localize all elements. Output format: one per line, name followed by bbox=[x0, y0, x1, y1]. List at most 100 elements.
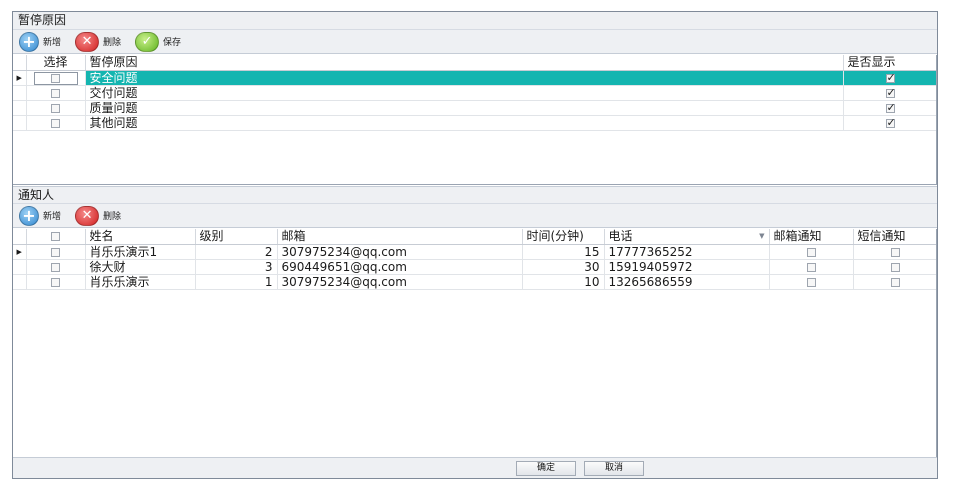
column-header-email[interactable]: 邮箱 bbox=[277, 229, 523, 245]
column-header-name[interactable]: 姓名 bbox=[85, 229, 196, 245]
table-row[interactable]: 质量问题 bbox=[13, 100, 936, 116]
table-row[interactable]: 徐大财 3 690449651@qq.com 30 15919405972 bbox=[13, 259, 936, 275]
confirm-button[interactable]: 确定 bbox=[516, 461, 576, 476]
name-cell[interactable]: 徐大财 bbox=[85, 259, 196, 275]
select-checkbox[interactable] bbox=[51, 262, 60, 272]
column-header-show[interactable]: 是否显示 bbox=[843, 55, 936, 71]
stop-reason-dialog: 暂停原因 + 新增 ✕ 删除 ✓ 保存 选择 暂停原因 是否显示 ▶ 安全问题 … bbox=[12, 11, 938, 479]
pause-add-label: 新增 bbox=[43, 38, 62, 48]
pause-save-label: 保存 bbox=[163, 38, 182, 48]
dialog-footer: 确定 取消 bbox=[13, 457, 937, 478]
phone-cell[interactable]: 17777365252 bbox=[604, 244, 770, 260]
sms-notify-checkbox[interactable] bbox=[890, 247, 900, 257]
email-notify-checkbox[interactable] bbox=[806, 247, 816, 257]
pause-save-button[interactable]: ✓ 保存 bbox=[135, 31, 182, 52]
pause-delete-label: 删除 bbox=[103, 38, 122, 48]
plus-circle-icon: + bbox=[19, 205, 39, 226]
column-header-phone-label: 电话 bbox=[608, 229, 633, 244]
cancel-button[interactable]: 取消 bbox=[584, 461, 644, 476]
select-all-checkbox[interactable] bbox=[51, 232, 60, 242]
reason-cell[interactable]: 交付问题 bbox=[85, 85, 844, 101]
column-header-level[interactable]: 级别 bbox=[195, 229, 278, 245]
email-notify-cell[interactable] bbox=[769, 259, 854, 275]
sms-notify-cell[interactable] bbox=[853, 274, 936, 290]
select-cell[interactable] bbox=[26, 115, 86, 131]
notifier-add-label: 新增 bbox=[43, 212, 62, 222]
notifier-delete-label: 删除 bbox=[103, 212, 122, 222]
select-checkbox[interactable] bbox=[51, 88, 60, 98]
pause-delete-button[interactable]: ✕ 删除 bbox=[75, 31, 122, 52]
select-checkbox[interactable] bbox=[50, 73, 60, 83]
plus-circle-icon: + bbox=[19, 31, 39, 52]
row-indicator-header bbox=[13, 229, 27, 245]
phone-cell[interactable]: 13265686559 bbox=[604, 274, 770, 290]
triangle-right-icon: ▶ bbox=[13, 70, 27, 86]
sms-notify-checkbox[interactable] bbox=[890, 262, 900, 272]
level-cell[interactable]: 3 bbox=[195, 259, 278, 275]
pause-reasons-grid: 选择 暂停原因 是否显示 ▶ 安全问题 交付问题 bbox=[13, 55, 937, 185]
show-checkbox[interactable] bbox=[885, 71, 896, 84]
column-header-select[interactable] bbox=[26, 229, 86, 245]
email-cell[interactable]: 690449651@qq.com bbox=[277, 259, 523, 275]
reason-cell[interactable]: 其他问题 bbox=[85, 115, 844, 131]
select-checkbox[interactable] bbox=[51, 277, 60, 287]
sms-notify-cell[interactable] bbox=[853, 259, 936, 275]
show-cell[interactable] bbox=[843, 70, 936, 86]
column-header-sms-notify[interactable]: 短信通知 bbox=[853, 229, 936, 245]
show-checkbox[interactable] bbox=[885, 86, 896, 99]
name-cell[interactable]: 肖乐乐演示 bbox=[85, 274, 196, 290]
column-header-email-notify[interactable]: 邮箱通知 bbox=[769, 229, 854, 245]
filter-icon[interactable]: ▼ bbox=[759, 229, 764, 243]
time-cell[interactable]: 15 bbox=[522, 244, 605, 260]
name-cell[interactable]: 肖乐乐演示1 bbox=[85, 244, 196, 260]
email-cell[interactable]: 307975234@qq.com bbox=[277, 244, 523, 260]
show-cell[interactable] bbox=[843, 100, 936, 116]
select-cell[interactable] bbox=[26, 244, 86, 260]
notifiers-toolbar: + 新增 ✕ 删除 bbox=[13, 204, 937, 228]
email-notify-cell[interactable] bbox=[769, 274, 854, 290]
select-checkbox[interactable] bbox=[51, 247, 60, 257]
pause-reasons-toolbar: + 新增 ✕ 删除 ✓ 保存 bbox=[13, 30, 937, 54]
table-row[interactable]: ▶ 安全问题 bbox=[13, 70, 936, 86]
column-header-time[interactable]: 时间(分钟) bbox=[522, 229, 605, 245]
time-cell[interactable]: 30 bbox=[522, 259, 605, 275]
sms-notify-cell[interactable] bbox=[853, 244, 936, 260]
email-notify-checkbox[interactable] bbox=[806, 262, 816, 272]
table-row[interactable]: 其他问题 bbox=[13, 115, 936, 131]
column-header-phone[interactable]: 电话 ▼ bbox=[604, 229, 770, 245]
show-checkbox[interactable] bbox=[885, 116, 896, 129]
pause-add-button[interactable]: + 新增 bbox=[19, 31, 62, 52]
level-cell[interactable]: 1 bbox=[195, 274, 278, 290]
email-notify-cell[interactable] bbox=[769, 244, 854, 260]
email-notify-checkbox[interactable] bbox=[806, 277, 816, 287]
time-cell[interactable]: 10 bbox=[522, 274, 605, 290]
table-row[interactable]: ▶ 肖乐乐演示1 2 307975234@qq.com 15 177773652… bbox=[13, 244, 936, 260]
triangle-right-icon: ▶ bbox=[13, 244, 27, 260]
x-circle-icon: ✕ bbox=[75, 31, 100, 52]
phone-cell[interactable]: 15919405972 bbox=[604, 259, 770, 275]
pause-reasons-header: 暂停原因 bbox=[13, 12, 937, 30]
show-cell[interactable] bbox=[843, 115, 936, 131]
notifier-delete-button[interactable]: ✕ 删除 bbox=[75, 205, 122, 226]
table-row[interactable]: 交付问题 bbox=[13, 85, 936, 101]
reason-cell[interactable]: 安全问题 bbox=[85, 70, 844, 86]
select-checkbox[interactable] bbox=[51, 118, 60, 128]
select-cell[interactable] bbox=[26, 274, 86, 290]
select-checkbox[interactable] bbox=[51, 103, 60, 113]
notifier-add-button[interactable]: + 新增 bbox=[19, 205, 62, 226]
select-cell[interactable] bbox=[26, 70, 86, 86]
row-indicator-header bbox=[13, 55, 27, 71]
reason-cell[interactable]: 质量问题 bbox=[85, 100, 844, 116]
select-cell[interactable] bbox=[26, 100, 86, 116]
column-header-reason[interactable]: 暂停原因 bbox=[85, 55, 844, 71]
show-cell[interactable] bbox=[843, 85, 936, 101]
select-cell[interactable] bbox=[26, 259, 86, 275]
email-cell[interactable]: 307975234@qq.com bbox=[277, 274, 523, 290]
column-header-select[interactable]: 选择 bbox=[26, 55, 86, 71]
table-row[interactable]: 肖乐乐演示 1 307975234@qq.com 10 13265686559 bbox=[13, 274, 936, 290]
check-circle-icon: ✓ bbox=[135, 31, 160, 52]
select-cell[interactable] bbox=[26, 85, 86, 101]
sms-notify-checkbox[interactable] bbox=[890, 277, 900, 287]
level-cell[interactable]: 2 bbox=[195, 244, 278, 260]
show-checkbox[interactable] bbox=[885, 101, 896, 114]
